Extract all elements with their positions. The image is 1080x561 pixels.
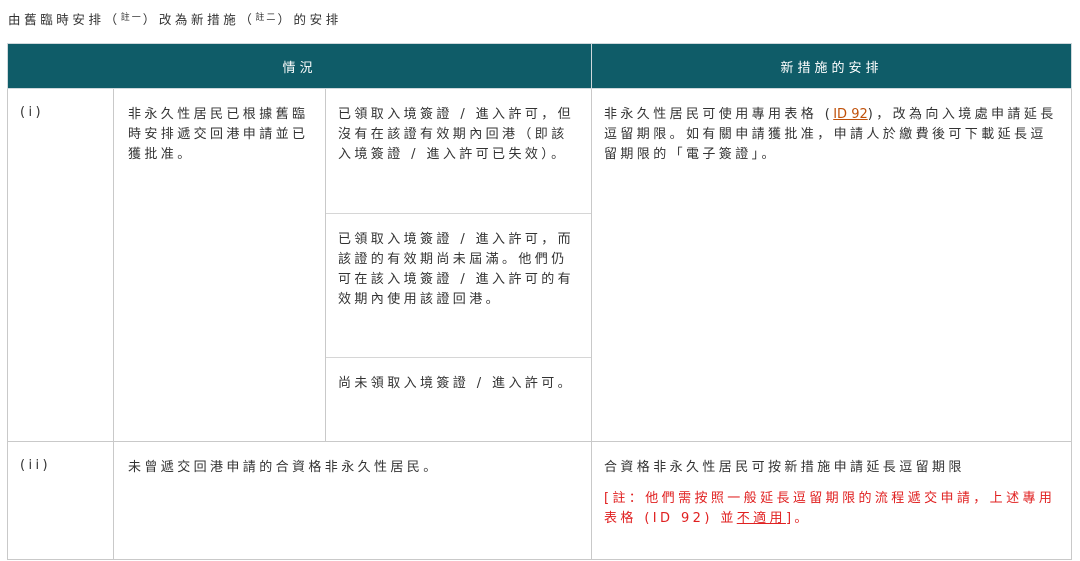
row-arrangement: 合資格非永久性居民可按新措施申請延長逗留期限 [註：他們需按照一般延長逗留期限的…: [591, 441, 1072, 560]
row-condition: 未曾遞交回港申請的合資格非永久性居民。: [113, 441, 592, 560]
arrangement-text-before: 非永久性居民可使用專用表格 (: [604, 107, 834, 122]
arrangement-table: 情況 新措施的安排 (i) 非永久性居民已根據舊臨時安排遞交回港申請並已獲批准。…: [7, 43, 1072, 560]
note-text-after: ]。: [785, 511, 811, 526]
row-arrangement: 非永久性居民可使用專用表格 (ID 92)，改為向入境處申請延長逗留期限。如有關…: [591, 88, 1072, 442]
sub-situations: 已領取入境簽證 / 進入許可，但沒有在該證有效期內回港（即該入境簽證 / 進入許…: [325, 88, 592, 442]
row-condition: 非永久性居民已根據舊臨時安排遞交回港申請並已獲批准。: [113, 88, 326, 442]
caption-note1: 註一: [120, 13, 143, 23]
note-text-before: [註：他們需按照一般延長逗留期限的流程遞交申請，上述專用表格 (ID 92) 並: [604, 491, 1056, 526]
header-situation: 情況: [7, 43, 592, 89]
caption-part1: 由舊臨時安排（: [8, 12, 121, 27]
sub-situation-3: 尚未領取入境簽證 / 進入許可。: [338, 376, 575, 391]
caption-part3: ）的安排: [277, 12, 342, 27]
sub-situation-2: 已領取入境簽證 / 進入許可，而該證的有效期尚未屆滿。他們仍可在該入境簽證 / …: [326, 214, 591, 358]
table-row: (ii) 未曾遞交回港申請的合資格非永久性居民。 合資格非永久性居民可按新措施申…: [7, 441, 1072, 560]
id92-form-link[interactable]: ID 92: [833, 107, 868, 122]
arrangement-note: [註：他們需按照一般延長逗留期限的流程遞交申請，上述專用表格 (ID 92) 並…: [604, 489, 1059, 529]
arrangement-main: 合資格非永久性居民可按新措施申請延長逗留期限: [604, 460, 965, 475]
sub-situation-1: 已領取入境簽證 / 進入許可，但沒有在該證有效期內回港（即該入境簽證 / 進入許…: [326, 89, 591, 214]
header-arrangement: 新措施的安排: [591, 43, 1072, 89]
caption-note2: 註二: [255, 13, 278, 23]
row-index: (ii): [7, 441, 114, 560]
note-not-applicable: 不適用: [736, 511, 786, 526]
table-row: (i) 非永久性居民已根據舊臨時安排遞交回港申請並已獲批准。 已領取入境簽證 /…: [7, 88, 1072, 442]
row-index: (i): [7, 88, 114, 442]
caption-part2: ）改為新措施（: [142, 12, 256, 27]
header-row: 情況 新措施的安排: [7, 43, 1072, 89]
table-caption: 由舊臨時安排（註一）改為新措施（註二）的安排: [8, 9, 342, 28]
